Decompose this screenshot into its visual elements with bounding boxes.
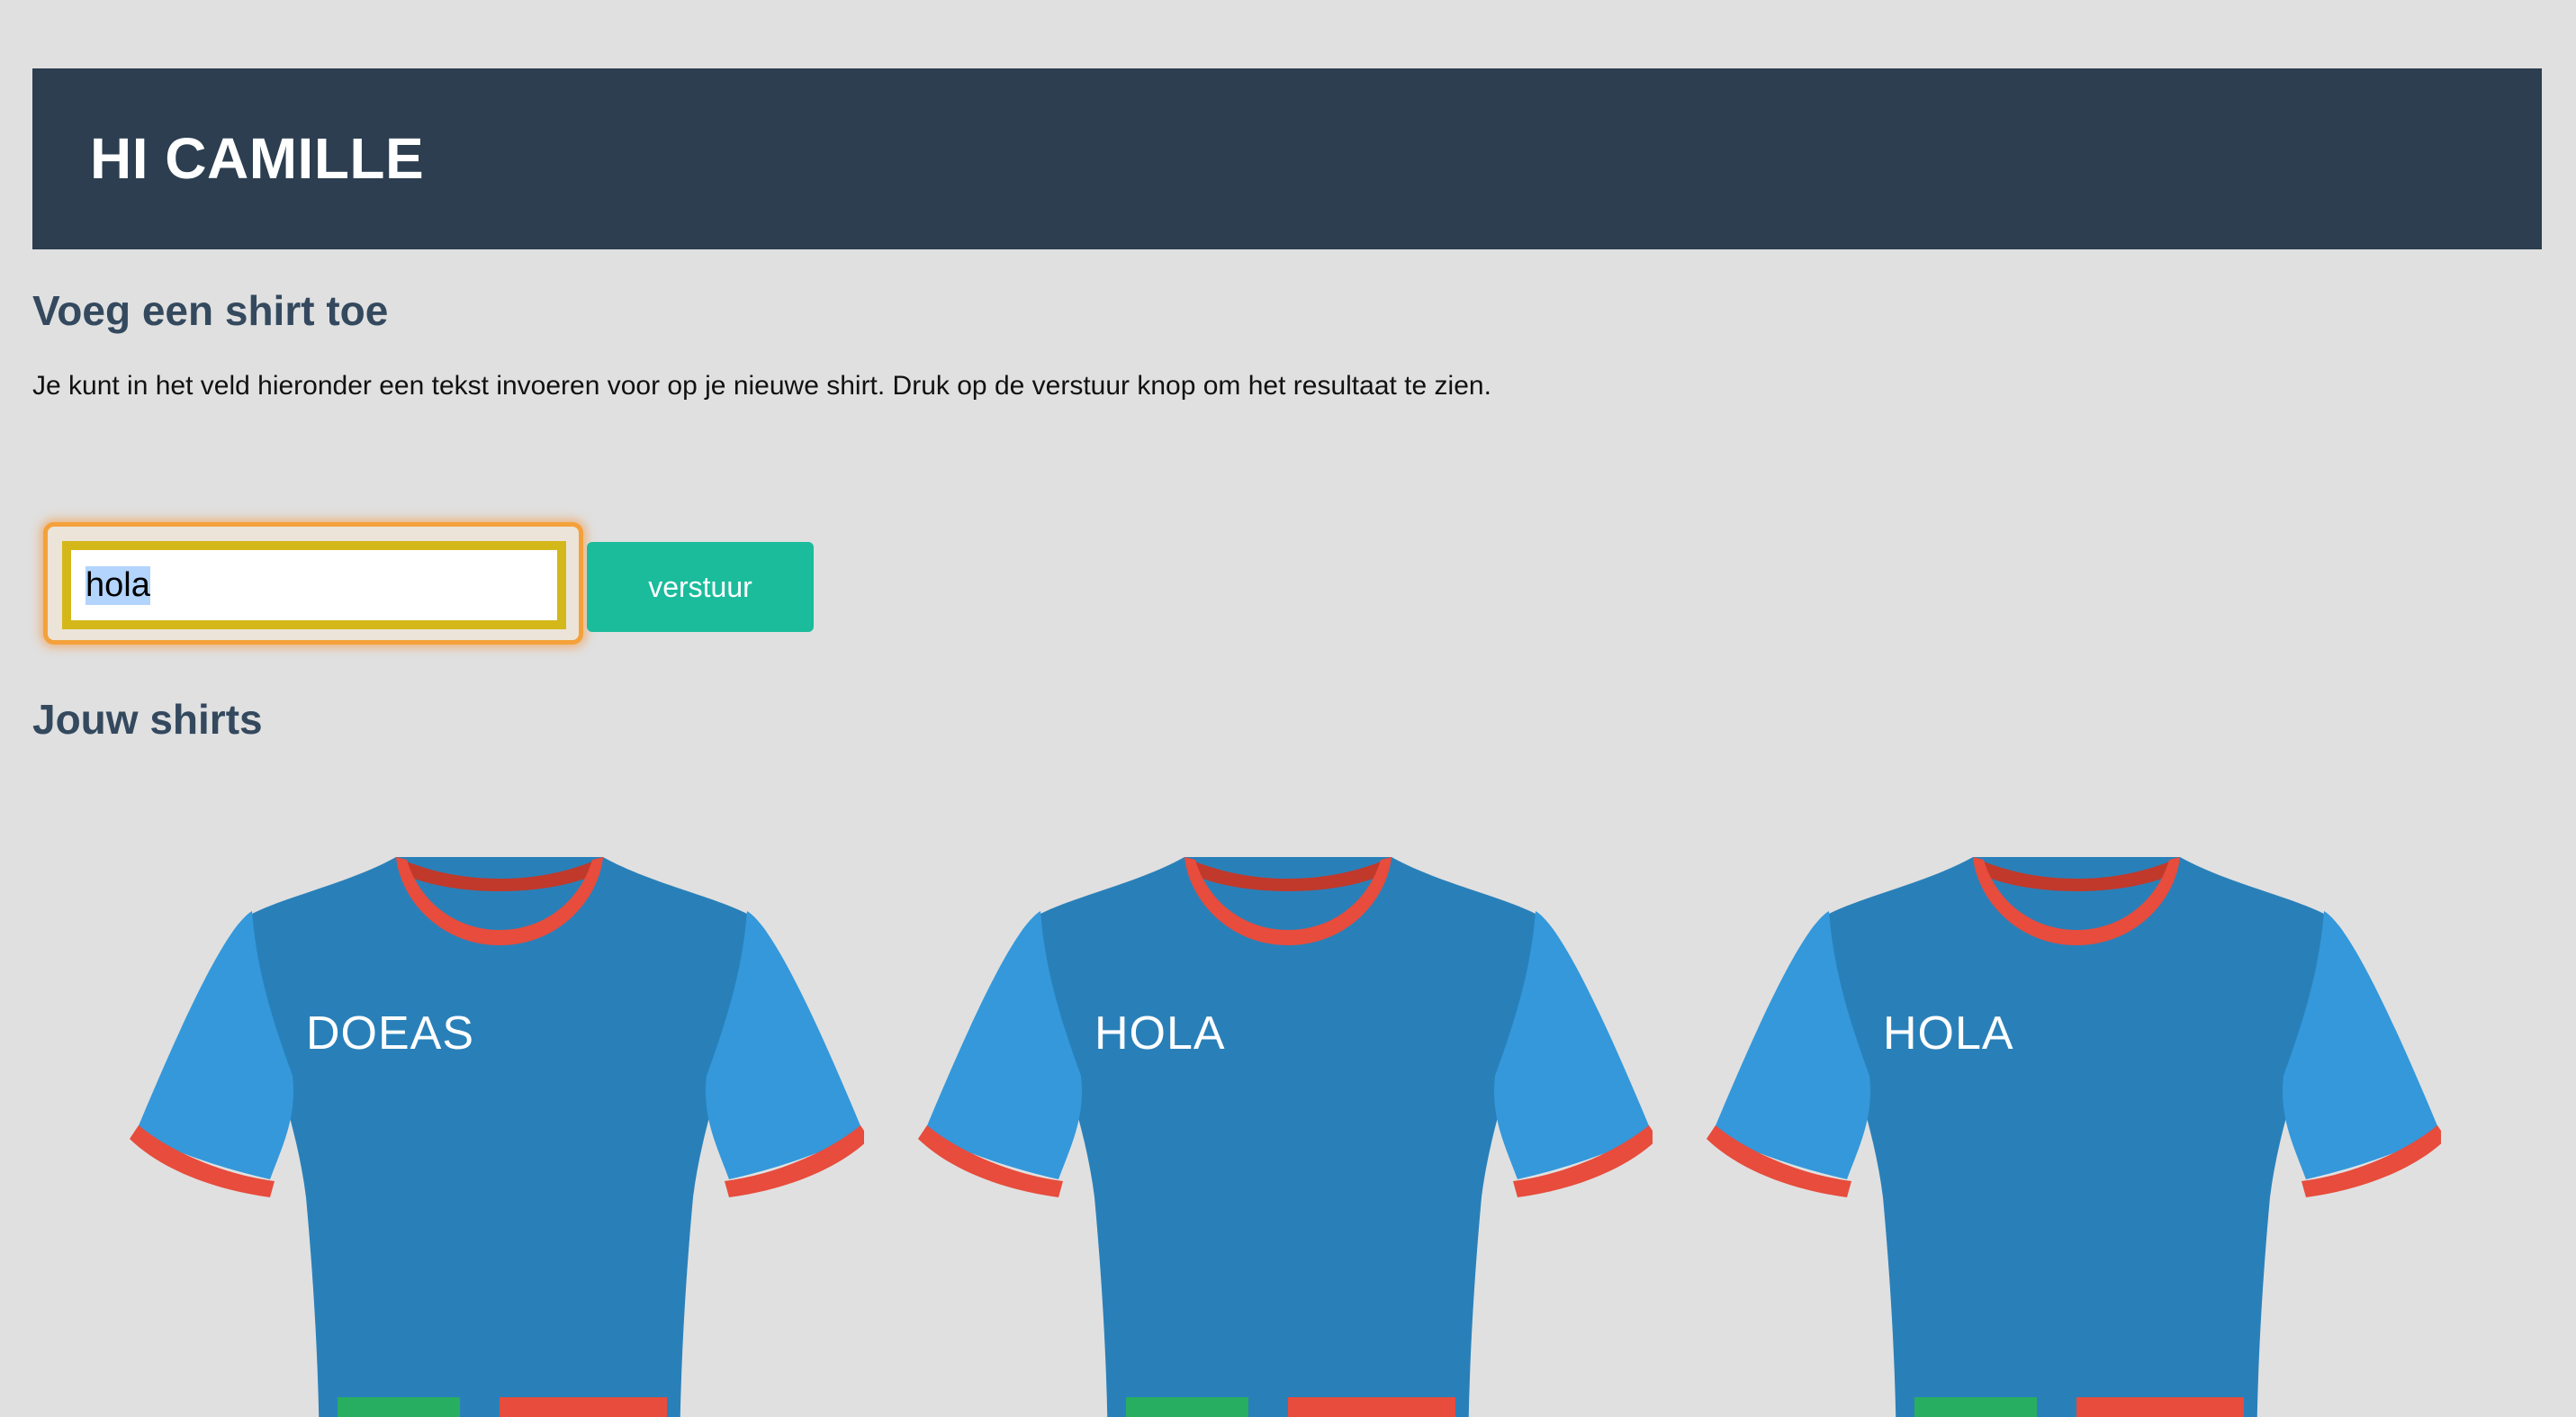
tshirt-icon <box>918 857 1653 1417</box>
shirt-text: HOLA <box>1094 1007 1226 1060</box>
tshirt-icon <box>130 857 864 1417</box>
input-focus-ring <box>43 522 583 645</box>
your-shirts-heading: Jouw shirts <box>32 696 263 743</box>
shirt-text: DOEAS <box>306 1007 475 1060</box>
tshirt-icon <box>1707 857 2441 1417</box>
add-shirt-heading: Voeg een shirt toe <box>32 287 389 334</box>
shirt-text-input[interactable] <box>62 541 566 629</box>
shirt-list: DOEAS HOLA HOLA <box>0 846 2576 1417</box>
page: HI CAMILLE Voeg een shirt toe Je kunt in… <box>0 0 2576 1417</box>
shirt-card: HOLA <box>914 846 1653 1417</box>
header-banner: HI CAMILLE <box>32 68 2542 249</box>
shirt-card: DOEAS <box>126 846 864 1417</box>
add-shirt-description: Je kunt in het veld hieronder een tekst … <box>32 371 1491 401</box>
shirt-card: HOLA <box>1703 846 2441 1417</box>
shirt-text: HOLA <box>1883 1007 2014 1060</box>
submit-button[interactable]: verstuur <box>587 542 814 632</box>
page-title: HI CAMILLE <box>90 126 425 191</box>
